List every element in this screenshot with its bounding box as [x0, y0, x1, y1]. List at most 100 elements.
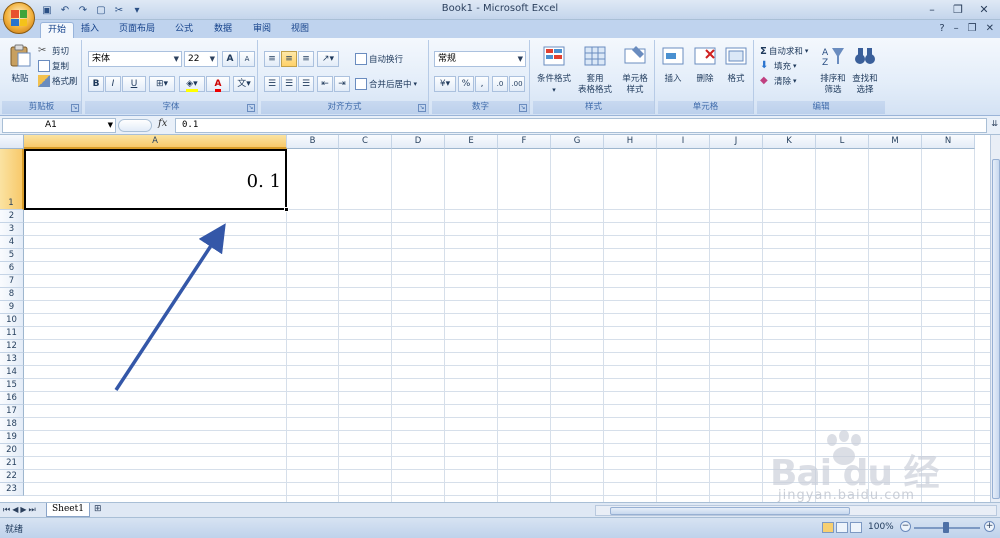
- align-middle-button[interactable]: ≡: [281, 51, 297, 67]
- cell-a1[interactable]: 0. 1: [24, 149, 287, 210]
- wrap-text-button[interactable]: 自动换行: [355, 52, 403, 66]
- column-header-d[interactable]: D: [392, 135, 445, 149]
- find-select-button[interactable]: 查找和 选择: [849, 44, 881, 96]
- row-header-23[interactable]: 23: [0, 483, 24, 496]
- row-header-1[interactable]: 1: [0, 149, 24, 210]
- align-center-button[interactable]: ☰: [281, 76, 297, 92]
- close-icon[interactable]: ✕: [972, 1, 996, 18]
- tab-page-layout[interactable]: 页面布局: [112, 22, 162, 38]
- orientation-button[interactable]: ↗▾: [317, 51, 339, 67]
- phonetic-button[interactable]: 文▾: [233, 76, 255, 92]
- last-sheet-icon[interactable]: ⏭: [29, 505, 36, 515]
- cell-styles-button[interactable]: 单元格 样式: [615, 44, 655, 96]
- column-header-a[interactable]: A: [24, 135, 287, 149]
- column-header-b[interactable]: B: [287, 135, 339, 149]
- bold-button[interactable]: B: [88, 76, 104, 92]
- align-bottom-button[interactable]: ≡: [298, 51, 314, 67]
- row-header-5[interactable]: 5: [0, 249, 24, 262]
- column-header-g[interactable]: G: [551, 135, 604, 149]
- increase-decimal-button[interactable]: .0: [492, 76, 508, 92]
- align-right-button[interactable]: ☰: [298, 76, 314, 92]
- horizontal-scroll-thumb[interactable]: [610, 507, 850, 515]
- row-header-22[interactable]: 22: [0, 470, 24, 483]
- shrink-font-button[interactable]: A: [239, 51, 255, 67]
- sort-filter-button[interactable]: A Z 排序和 筛选: [817, 44, 849, 96]
- column-header-n[interactable]: N: [922, 135, 975, 149]
- merge-center-button[interactable]: 合并后居中 ▾: [355, 77, 417, 91]
- insert-sheet-icon[interactable]: ⊞: [94, 504, 108, 516]
- row-header-3[interactable]: 3: [0, 223, 24, 236]
- row-header-10[interactable]: 10: [0, 314, 24, 327]
- page-layout-view-icon[interactable]: [836, 522, 848, 533]
- currency-button[interactable]: ¥▾: [434, 76, 456, 92]
- ribbon-restore-icon[interactable]: ❐: [968, 23, 977, 34]
- percent-button[interactable]: %: [458, 76, 474, 92]
- fill-handle[interactable]: [284, 207, 289, 212]
- format-painter-button[interactable]: 格式刷: [38, 74, 78, 88]
- italic-button[interactable]: I: [105, 76, 121, 92]
- row-header-2[interactable]: 2: [0, 210, 24, 223]
- formula-oval-button[interactable]: [118, 119, 152, 132]
- clear-button[interactable]: ◆ 清除 ▾: [760, 74, 797, 88]
- horizontal-scrollbar[interactable]: [595, 505, 997, 516]
- row-header-7[interactable]: 7: [0, 275, 24, 288]
- increase-indent-button[interactable]: ⇥: [334, 76, 350, 92]
- column-header-e[interactable]: E: [445, 135, 498, 149]
- delete-cells-button[interactable]: 删除: [690, 44, 720, 85]
- row-header-20[interactable]: 20: [0, 444, 24, 457]
- clipboard-launcher-icon[interactable]: ↘: [71, 104, 79, 112]
- tab-review[interactable]: 审阅: [246, 22, 278, 38]
- fill-button[interactable]: ⬇ 填充 ▾: [760, 59, 797, 73]
- next-sheet-icon[interactable]: ▶: [20, 505, 26, 515]
- office-button[interactable]: [3, 2, 35, 34]
- format-as-table-button[interactable]: 套用 表格格式: [575, 44, 615, 96]
- row-header-11[interactable]: 11: [0, 327, 24, 340]
- sheet-tab-sheet1[interactable]: Sheet1: [46, 503, 90, 517]
- row-header-13[interactable]: 13: [0, 353, 24, 366]
- row-header-18[interactable]: 18: [0, 418, 24, 431]
- font-color-button[interactable]: A: [206, 76, 230, 92]
- row-header-8[interactable]: 8: [0, 288, 24, 301]
- row-header-21[interactable]: 21: [0, 457, 24, 470]
- row-header-19[interactable]: 19: [0, 431, 24, 444]
- vertical-scroll-thumb[interactable]: [992, 159, 1000, 499]
- paste-button[interactable]: 粘贴: [5, 44, 35, 85]
- zoom-out-icon[interactable]: −: [900, 521, 911, 532]
- normal-view-icon[interactable]: [822, 522, 834, 533]
- column-header-f[interactable]: F: [498, 135, 551, 149]
- row-header-16[interactable]: 16: [0, 392, 24, 405]
- font-size-select[interactable]: 22 ▼: [184, 51, 218, 67]
- comma-button[interactable]: ,: [475, 76, 489, 92]
- formula-input[interactable]: 0.1: [175, 118, 987, 133]
- row-header-15[interactable]: 15: [0, 379, 24, 392]
- zoom-slider-thumb[interactable]: [943, 522, 949, 533]
- tab-data[interactable]: 数据: [207, 22, 239, 38]
- alignment-launcher-icon[interactable]: ↘: [418, 104, 426, 112]
- conditional-format-button[interactable]: 条件格式 ▾: [534, 44, 574, 96]
- cut-button[interactable]: ✂ 剪切: [38, 44, 69, 58]
- vertical-scrollbar[interactable]: [990, 135, 1000, 502]
- column-header-k[interactable]: K: [763, 135, 816, 149]
- number-launcher-icon[interactable]: ↘: [519, 104, 527, 112]
- font-launcher-icon[interactable]: ↘: [247, 104, 255, 112]
- borders-button[interactable]: ⊞▾: [149, 76, 175, 92]
- column-header-c[interactable]: C: [339, 135, 392, 149]
- column-header-i[interactable]: I: [657, 135, 710, 149]
- underline-button[interactable]: U: [122, 76, 146, 92]
- tab-formulas[interactable]: 公式: [168, 22, 200, 38]
- copy-button[interactable]: 复制: [38, 59, 69, 73]
- font-name-select[interactable]: 宋体 ▼: [88, 51, 182, 67]
- expand-formula-bar-icon[interactable]: ⇊: [991, 119, 998, 128]
- minimize-icon[interactable]: –: [920, 1, 944, 18]
- align-left-button[interactable]: ☰: [264, 76, 280, 92]
- help-icon[interactable]: ?: [939, 23, 944, 34]
- column-header-m[interactable]: M: [869, 135, 922, 149]
- fill-color-button[interactable]: ◈▾: [179, 76, 205, 92]
- insert-function-button[interactable]: fx: [158, 118, 167, 129]
- row-header-14[interactable]: 14: [0, 366, 24, 379]
- name-box[interactable]: A1 ▼: [2, 118, 116, 133]
- decrease-decimal-button[interactable]: .00: [509, 76, 525, 92]
- prev-sheet-icon[interactable]: ◀: [12, 505, 18, 515]
- tab-insert[interactable]: 插入: [74, 22, 106, 38]
- number-format-select[interactable]: 常规 ▼: [434, 51, 526, 67]
